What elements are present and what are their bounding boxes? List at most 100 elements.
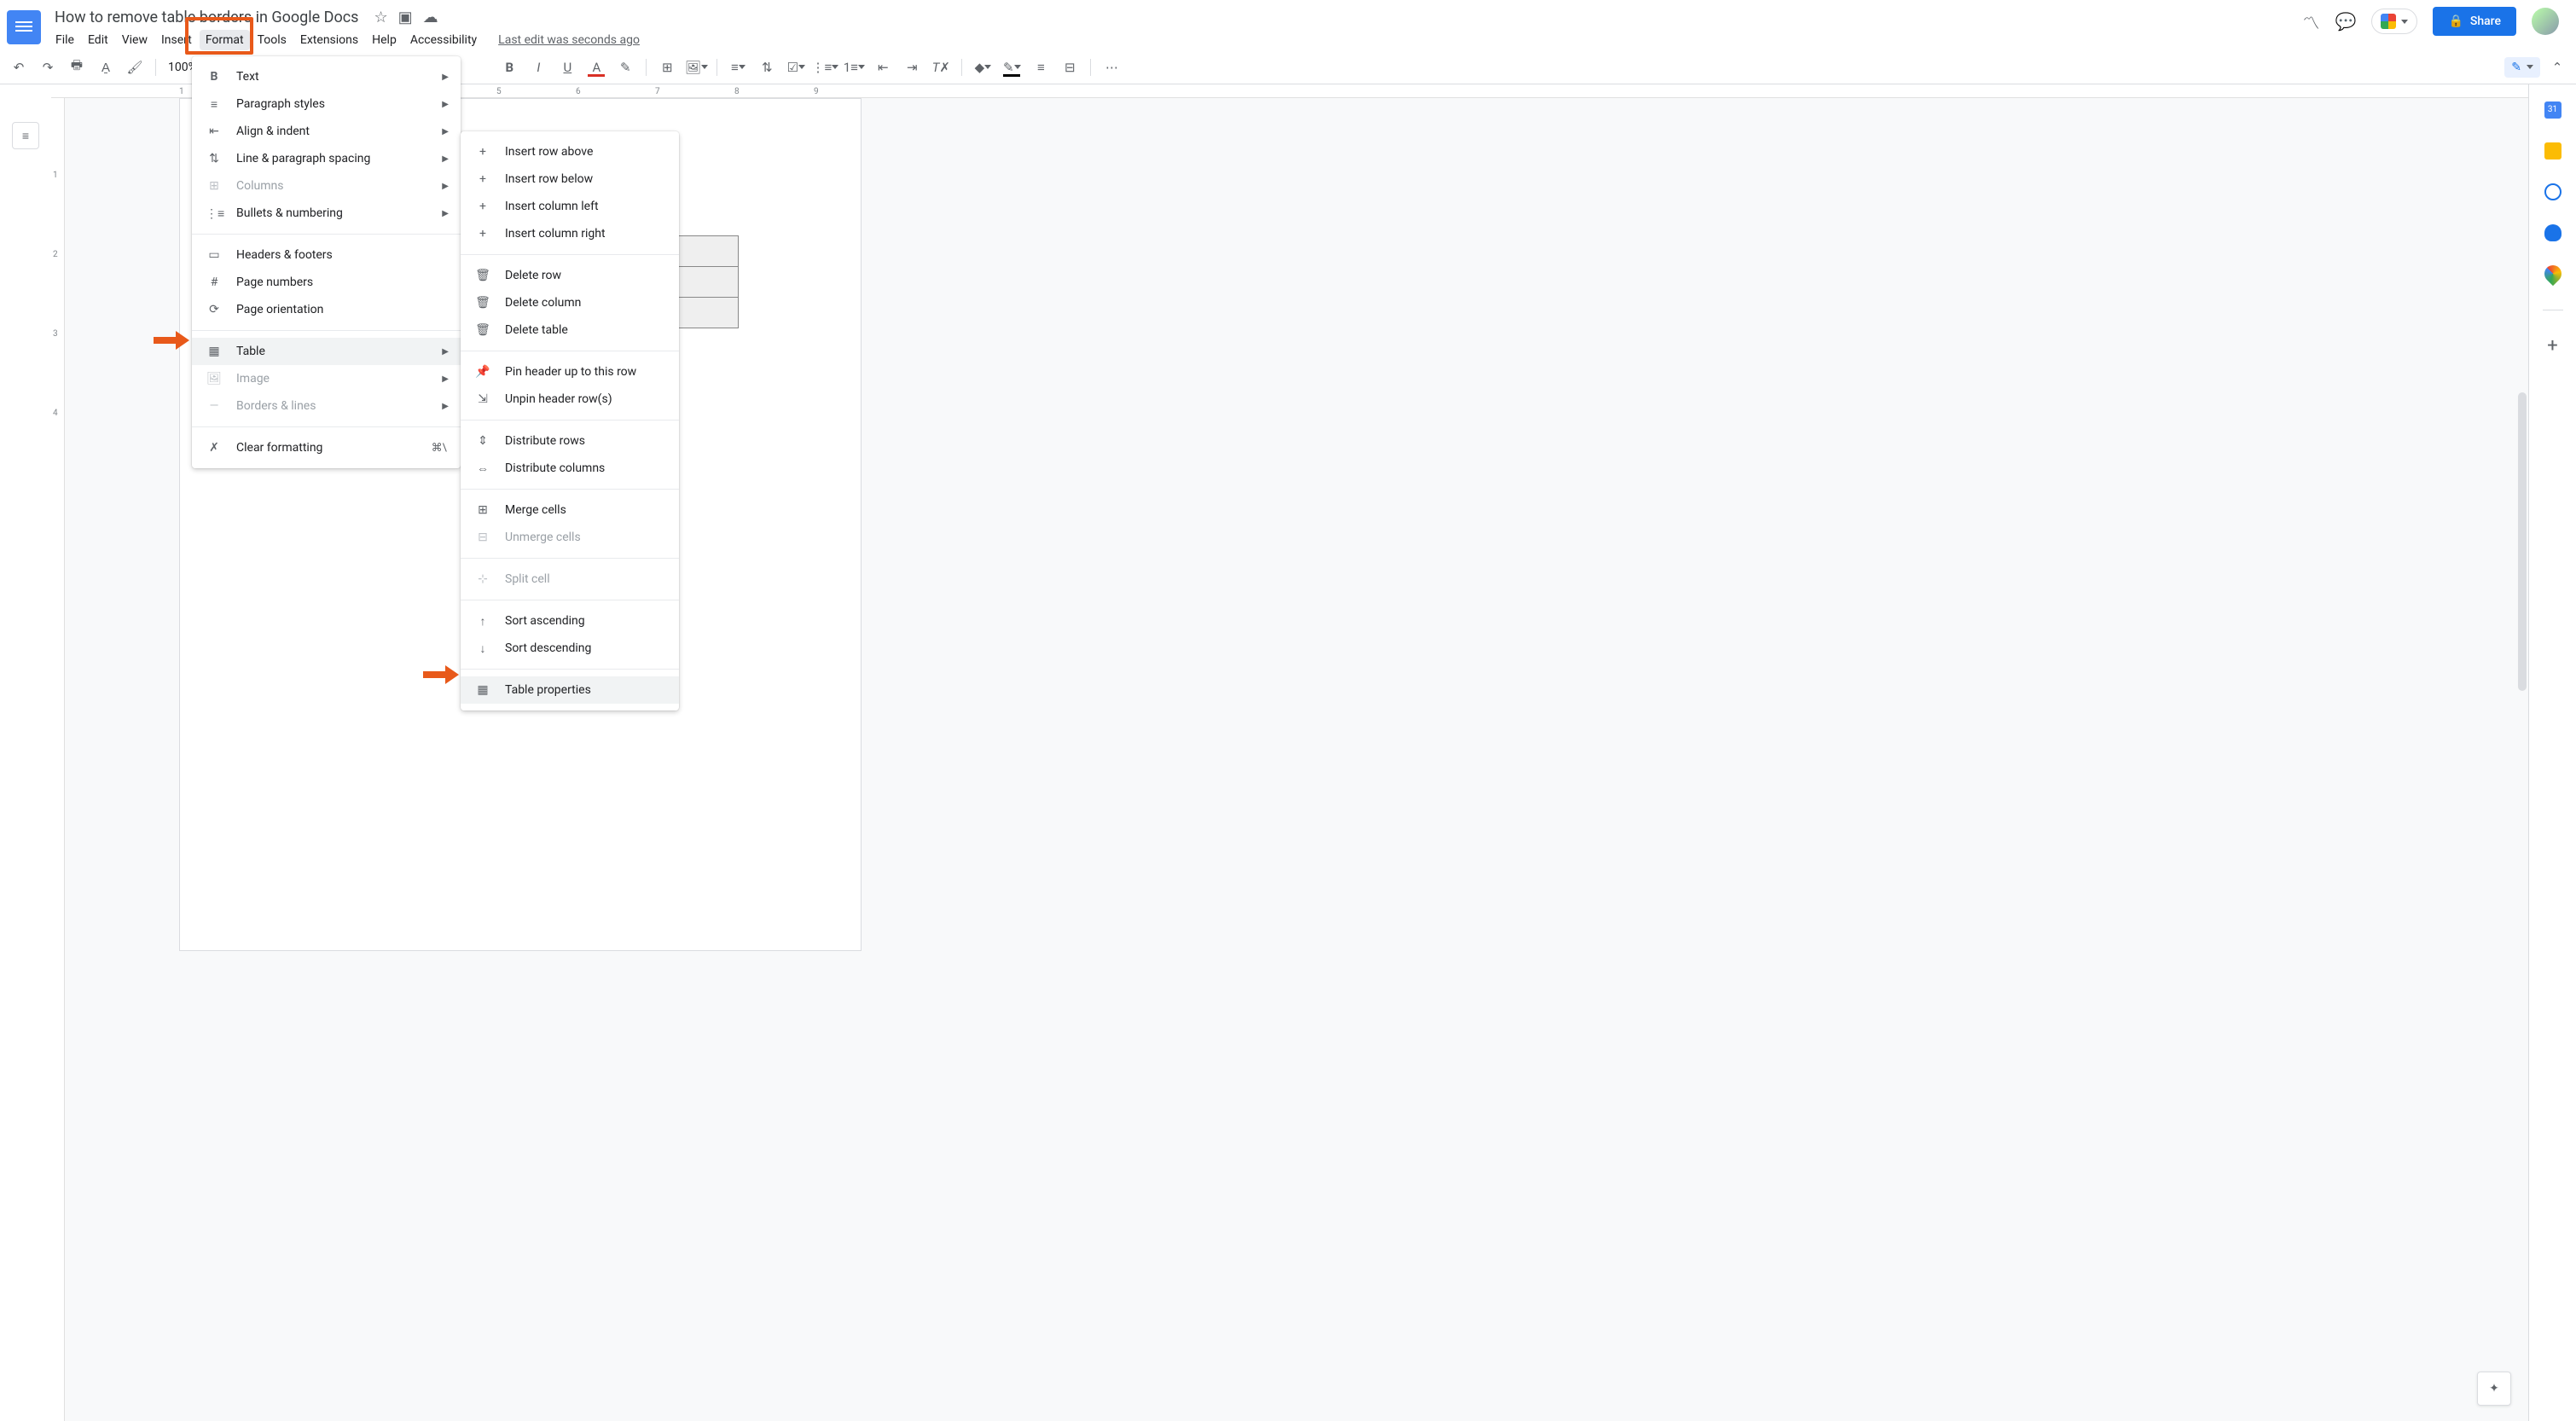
distribute-rows-item[interactable]: ⇕Distribute rows [461, 427, 679, 455]
format-table-item[interactable]: ▦Table▶ [192, 338, 461, 365]
pencil-icon: ✎ [2511, 61, 2521, 74]
menu-file[interactable]: File [49, 30, 80, 50]
insert-row-below-item[interactable]: +Insert row below [461, 165, 679, 193]
insert-col-right-item[interactable]: +Insert column right [461, 220, 679, 247]
menu-extensions[interactable]: Extensions [294, 30, 364, 50]
outline-toggle-icon[interactable]: ≡ [12, 122, 39, 149]
share-button[interactable]: 🔒 Share [2433, 7, 2516, 36]
distribute-cols-item[interactable]: ⇔Distribute columns [461, 455, 679, 482]
trash-icon: 🗑 [474, 296, 491, 310]
calendar-icon[interactable]: 31 [2544, 102, 2561, 119]
share-label: Share [2470, 14, 2501, 28]
meet-button[interactable] [2371, 9, 2417, 34]
tasks-icon[interactable] [2544, 183, 2561, 200]
chevron-down-icon [2527, 65, 2533, 69]
sort-asc-item[interactable]: ↑Sort ascending [461, 607, 679, 635]
highlight-button[interactable]: ✎ [613, 55, 637, 79]
format-paragraph-item[interactable]: ≡Paragraph styles▶ [192, 90, 461, 118]
checklist-button[interactable]: ☑ [784, 55, 808, 79]
format-borders-item[interactable]: —Borders & lines▶ [192, 392, 461, 420]
bullet-list-button[interactable]: ⋮≡ [813, 55, 837, 79]
unpin-header-item[interactable]: ⇲Unpin header row(s) [461, 386, 679, 413]
menu-view[interactable]: View [116, 30, 154, 50]
insert-image-button[interactable]: 🖼 [684, 55, 708, 79]
submenu-arrow-icon: ▶ [442, 402, 449, 411]
format-align-item[interactable]: ⇤Align & indent▶ [192, 118, 461, 145]
collapse-toolbar-button[interactable]: ⌃ [2545, 55, 2569, 79]
maps-icon[interactable] [2540, 262, 2564, 286]
insert-link-button[interactable]: ⊞ [655, 55, 679, 79]
clear-format-button[interactable]: T✗ [929, 55, 953, 79]
print-button[interactable]: 🖶 [65, 55, 89, 79]
delete-row-item[interactable]: 🗑Delete row [461, 262, 679, 289]
sort-desc-item[interactable]: ↓Sort descending [461, 635, 679, 662]
delete-table-item[interactable]: 🗑Delete table [461, 316, 679, 344]
menu-accessibility[interactable]: Accessibility [404, 30, 483, 50]
keep-icon[interactable] [2544, 142, 2561, 160]
contacts-icon[interactable] [2544, 224, 2561, 241]
merge-cells-item[interactable]: ⊞Merge cells [461, 496, 679, 524]
trash-icon: 🗑 [474, 323, 491, 337]
insert-col-left-item[interactable]: +Insert column left [461, 193, 679, 220]
menu-tools[interactable]: Tools [252, 30, 293, 50]
sort-desc-icon: ↓ [474, 641, 491, 656]
spellcheck-button[interactable]: A̱ [94, 55, 118, 79]
split-cell-item[interactable]: ⊹Split cell [461, 566, 679, 593]
add-on-icon[interactable]: + [2544, 338, 2561, 355]
last-edit-link[interactable]: Last edit was seconds ago [498, 33, 640, 47]
format-text-item[interactable]: BText▶ [192, 63, 461, 90]
menu-separator [192, 426, 461, 427]
paint-format-button[interactable]: 🖌 [123, 55, 147, 79]
activity-icon[interactable]: 〽 [2303, 9, 2320, 34]
star-icon[interactable]: ☆ [374, 9, 387, 26]
align-button[interactable]: ≡ [726, 55, 750, 79]
cloud-icon[interactable]: ☁ [423, 9, 438, 26]
underline-button[interactable]: U [555, 55, 579, 79]
scrollbar-thumb[interactable] [2518, 392, 2527, 691]
docs-logo-icon[interactable] [7, 10, 41, 44]
table-properties-item[interactable]: ▦Table properties [461, 676, 679, 704]
border-width-button[interactable]: ≡ [1029, 55, 1053, 79]
insert-row-above-item[interactable]: +Insert row above [461, 138, 679, 165]
numbered-list-button[interactable]: 1≡ [842, 55, 866, 79]
italic-button[interactable]: I [526, 55, 550, 79]
menu-edit[interactable]: Edit [82, 30, 114, 50]
format-columns-item[interactable]: ⊞Columns▶ [192, 172, 461, 200]
format-orientation-item[interactable]: ⟳Page orientation [192, 296, 461, 323]
format-headers-item[interactable]: ▭Headers & footers [192, 241, 461, 269]
explore-button[interactable]: ✦ [2477, 1372, 2511, 1406]
redo-button[interactable]: ↷ [36, 55, 60, 79]
decrease-indent-button[interactable]: ⇤ [871, 55, 895, 79]
text-color-button[interactable]: A [584, 55, 608, 79]
vertical-ruler[interactable]: 1 2 3 4 [51, 98, 65, 1421]
border-color-button[interactable]: ✎ [1000, 55, 1024, 79]
fill-color-button[interactable]: ◆ [971, 55, 995, 79]
editing-mode-button[interactable]: ✎ [2504, 57, 2540, 78]
border-dash-button[interactable]: ⊟ [1058, 55, 1082, 79]
line-spacing-button[interactable]: ⇅ [755, 55, 779, 79]
format-spacing-item[interactable]: ⇅Line & paragraph spacing▶ [192, 145, 461, 172]
submenu-arrow-icon: ▶ [442, 209, 449, 218]
more-button[interactable]: ⋯ [1099, 55, 1123, 79]
plus-icon: + [474, 145, 491, 159]
menu-help[interactable]: Help [366, 30, 403, 50]
menu-format[interactable]: Format [200, 30, 250, 50]
distribute-rows-icon: ⇕ [474, 434, 491, 448]
bold-button[interactable]: B [497, 55, 521, 79]
delete-column-item[interactable]: 🗑Delete column [461, 289, 679, 316]
menu-insert[interactable]: Insert [155, 30, 198, 50]
format-page-numbers-item[interactable]: #Page numbers [192, 269, 461, 296]
format-clear-item[interactable]: ✗Clear formatting⌘\ [192, 434, 461, 461]
document-title[interactable]: How to remove table borders in Google Do… [49, 7, 363, 28]
format-image-item[interactable]: 🖼Image▶ [192, 365, 461, 392]
plus-icon: + [474, 172, 491, 186]
avatar[interactable] [2532, 8, 2559, 35]
comments-icon[interactable]: 💬 [2335, 11, 2357, 32]
unmerge-cells-item[interactable]: ⊟Unmerge cells [461, 524, 679, 551]
move-icon[interactable]: ▣ [398, 9, 413, 26]
undo-button[interactable]: ↶ [7, 55, 31, 79]
pin-header-item[interactable]: 📌Pin header up to this row [461, 358, 679, 386]
increase-indent-button[interactable]: ⇥ [900, 55, 924, 79]
toolbar-separator [646, 59, 647, 76]
format-bullets-item[interactable]: ⋮≡Bullets & numbering▶ [192, 200, 461, 227]
